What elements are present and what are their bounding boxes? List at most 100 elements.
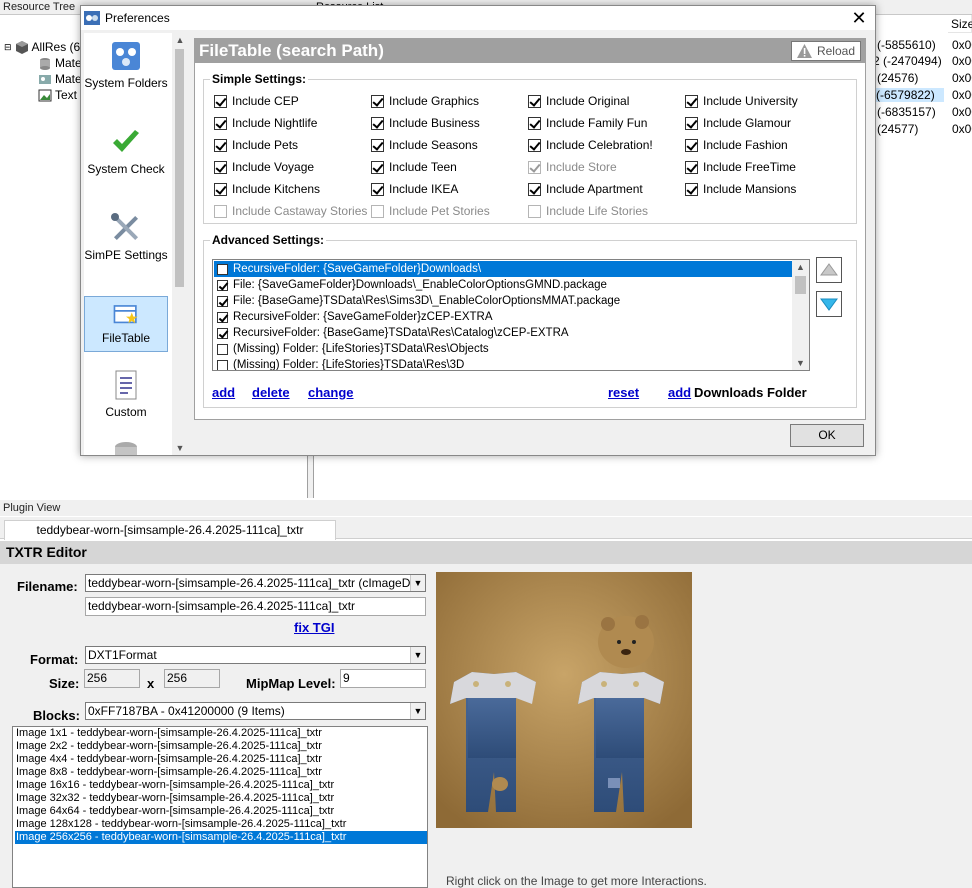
checkbox-include-graphics[interactable]: Include Graphics <box>371 94 479 108</box>
reload-button[interactable]: Reload <box>791 41 861 61</box>
format-combo[interactable]: DXT1Format ▼ <box>85 646 426 664</box>
scrollbar-thumb[interactable] <box>175 49 184 287</box>
checkbox-include-nightlife[interactable]: Include Nightlife <box>214 116 317 130</box>
add-downloads-folder-link[interactable]: add <box>668 385 691 400</box>
advanced-item[interactable]: File: {BaseGame}TSData\Res\Sims3D\_Enabl… <box>214 293 794 309</box>
advanced-item[interactable]: RecursiveFolder: {SaveGameFolder}zCEP-EX… <box>214 309 794 325</box>
list-cell[interactable]: (24577) <box>877 122 918 136</box>
checkbox-box[interactable] <box>528 94 541 108</box>
tree-node-material-1[interactable]: Mate <box>38 56 82 70</box>
list-cell[interactable]: 0x00 <box>952 88 972 102</box>
advanced-item[interactable]: (Missing) Folder: {LifeStories}TSData\Re… <box>214 357 794 370</box>
checkbox-box[interactable] <box>217 359 228 370</box>
dialog-titlebar[interactable]: Preferences ✕ <box>81 6 875 30</box>
checkbox-box[interactable] <box>371 138 384 152</box>
checkbox-include-fashion[interactable]: Include Fashion <box>685 138 788 152</box>
list-cell[interactable]: (24576) <box>877 71 918 85</box>
tree-node-allres[interactable]: ⊟ AllRes (6 <box>4 40 80 54</box>
advanced-item[interactable]: RecursiveFolder: {BaseGame}TSData\Res\Ca… <box>214 325 794 341</box>
list-item-selected[interactable]: Image 256x256 - teddybear-worn-[simsampl… <box>15 831 427 844</box>
chevron-down-icon[interactable]: ▼ <box>410 575 425 591</box>
list-cell[interactable]: (-5855610) <box>877 38 936 52</box>
change-link[interactable]: change <box>308 385 354 400</box>
filename-combo[interactable]: teddybear-worn-[simsample-26.4.2025-111c… <box>85 574 426 592</box>
move-down-button[interactable] <box>816 291 842 317</box>
scroll-down-icon[interactable]: ▼ <box>792 356 809 370</box>
checkbox-box[interactable] <box>214 116 227 130</box>
checkbox-box[interactable] <box>528 138 541 152</box>
sidebar-item-filetable[interactable]: FileTable <box>84 296 168 352</box>
plugin-tab[interactable]: teddybear-worn-[simsample-26.4.2025-111c… <box>4 520 336 540</box>
checkbox-box[interactable] <box>371 116 384 130</box>
checkbox-box[interactable] <box>214 138 227 152</box>
add-link[interactable]: add <box>212 385 235 400</box>
checkbox-include-family-fun[interactable]: Include Family Fun <box>528 116 647 130</box>
mipmap-level-field[interactable]: 9 <box>340 669 426 688</box>
checkbox-include-seasons[interactable]: Include Seasons <box>371 138 478 152</box>
advanced-list-scrollbar[interactable]: ▲ ▼ <box>792 260 809 370</box>
mipmap-image-list[interactable]: Image 1x1 - teddybear-worn-[simsample-26… <box>12 726 428 888</box>
list-item[interactable]: Image 2x2 - teddybear-worn-[simsample-26… <box>15 740 427 753</box>
checkbox-include-voyage[interactable]: Include Voyage <box>214 160 314 174</box>
checkbox-box[interactable] <box>685 116 698 130</box>
sidebar-item-database[interactable] <box>84 439 168 455</box>
advanced-item[interactable]: File: {SaveGameFolder}Downloads\_EnableC… <box>214 277 794 293</box>
list-item[interactable]: Image 16x16 - teddybear-worn-[simsample-… <box>15 779 427 792</box>
checkbox-box[interactable] <box>371 94 384 108</box>
preferences-sidebar[interactable]: System Folders System Check SimPE Settin… <box>84 33 184 455</box>
texture-preview[interactable] <box>436 572 692 828</box>
blocks-combo[interactable]: 0xFF7187BA - 0x41200000 (9 Items) ▼ <box>85 702 426 720</box>
chevron-down-icon[interactable]: ▼ <box>410 703 425 719</box>
width-field[interactable]: 256 <box>84 669 140 688</box>
checkbox-box[interactable] <box>685 138 698 152</box>
scroll-up-icon[interactable]: ▲ <box>792 260 809 274</box>
sidebar-item-simpe-settings[interactable]: SimPE Settings <box>84 211 168 262</box>
list-cell[interactable]: 2 (-2470494) <box>873 54 942 68</box>
checkbox-box[interactable] <box>214 94 227 108</box>
checkbox-include-cep[interactable]: Include CEP <box>214 94 299 108</box>
tree-node-material-2[interactable]: Mate <box>38 72 82 86</box>
scroll-up-icon[interactable]: ▲ <box>172 33 184 47</box>
checkbox-include-teen[interactable]: Include Teen <box>371 160 457 174</box>
list-cell[interactable]: 0x00 <box>952 71 972 85</box>
checkbox-box[interactable] <box>528 116 541 130</box>
list-cell[interactable]: 0x00 <box>952 105 972 119</box>
list-cell-selected[interactable]: (-6579822) <box>876 88 944 102</box>
ok-button[interactable]: OK <box>790 424 864 447</box>
list-cell[interactable]: 0x00 <box>952 122 972 136</box>
advanced-settings-list[interactable]: RecursiveFolder: {SaveGameFolder}Downloa… <box>212 259 810 371</box>
size-column-header[interactable]: Size <box>948 15 972 33</box>
checkbox-include-freetime[interactable]: Include FreeTime <box>685 160 796 174</box>
checkbox-box[interactable] <box>217 263 228 275</box>
list-item[interactable]: Image 64x64 - teddybear-worn-[simsample-… <box>15 805 427 818</box>
list-cell[interactable]: 0x00 <box>952 38 972 52</box>
checkbox-box[interactable] <box>217 327 228 339</box>
checkbox-box[interactable] <box>217 295 228 307</box>
close-icon[interactable]: ✕ <box>843 6 875 30</box>
chevron-down-icon[interactable]: ▼ <box>410 647 425 663</box>
checkbox-box[interactable] <box>371 182 384 196</box>
move-up-button[interactable] <box>816 257 842 283</box>
checkbox-include-celebration[interactable]: Include Celebration! <box>528 138 653 152</box>
checkbox-include-pets[interactable]: Include Pets <box>214 138 298 152</box>
checkbox-include-kitchens[interactable]: Include Kitchens <box>214 182 320 196</box>
checkbox-include-ikea[interactable]: Include IKEA <box>371 182 458 196</box>
sidebar-item-system-folders[interactable]: System Folders <box>84 39 168 90</box>
checkbox-box[interactable] <box>371 160 384 174</box>
checkbox-box[interactable] <box>217 311 228 323</box>
checkbox-box[interactable] <box>685 182 698 196</box>
checkbox-box[interactable] <box>685 160 698 174</box>
list-item[interactable]: Image 128x128 - teddybear-worn-[simsampl… <box>15 818 427 831</box>
checkbox-box[interactable] <box>217 279 228 291</box>
filename-input[interactable]: teddybear-worn-[simsample-26.4.2025-111c… <box>85 597 426 616</box>
checkbox-include-university[interactable]: Include University <box>685 94 798 108</box>
checkbox-box[interactable] <box>685 94 698 108</box>
checkbox-box[interactable] <box>217 343 228 355</box>
sidebar-scrollbar[interactable]: ▲ ▼ <box>172 33 184 455</box>
list-item[interactable]: Image 8x8 - teddybear-worn-[simsample-26… <box>15 766 427 779</box>
tree-node-texture[interactable]: Text <box>38 88 77 102</box>
list-item[interactable]: Image 32x32 - teddybear-worn-[simsample-… <box>15 792 427 805</box>
sidebar-item-custom[interactable]: Custom <box>84 368 168 419</box>
reset-link[interactable]: reset <box>608 385 639 400</box>
checkbox-include-mansions[interactable]: Include Mansions <box>685 182 796 196</box>
